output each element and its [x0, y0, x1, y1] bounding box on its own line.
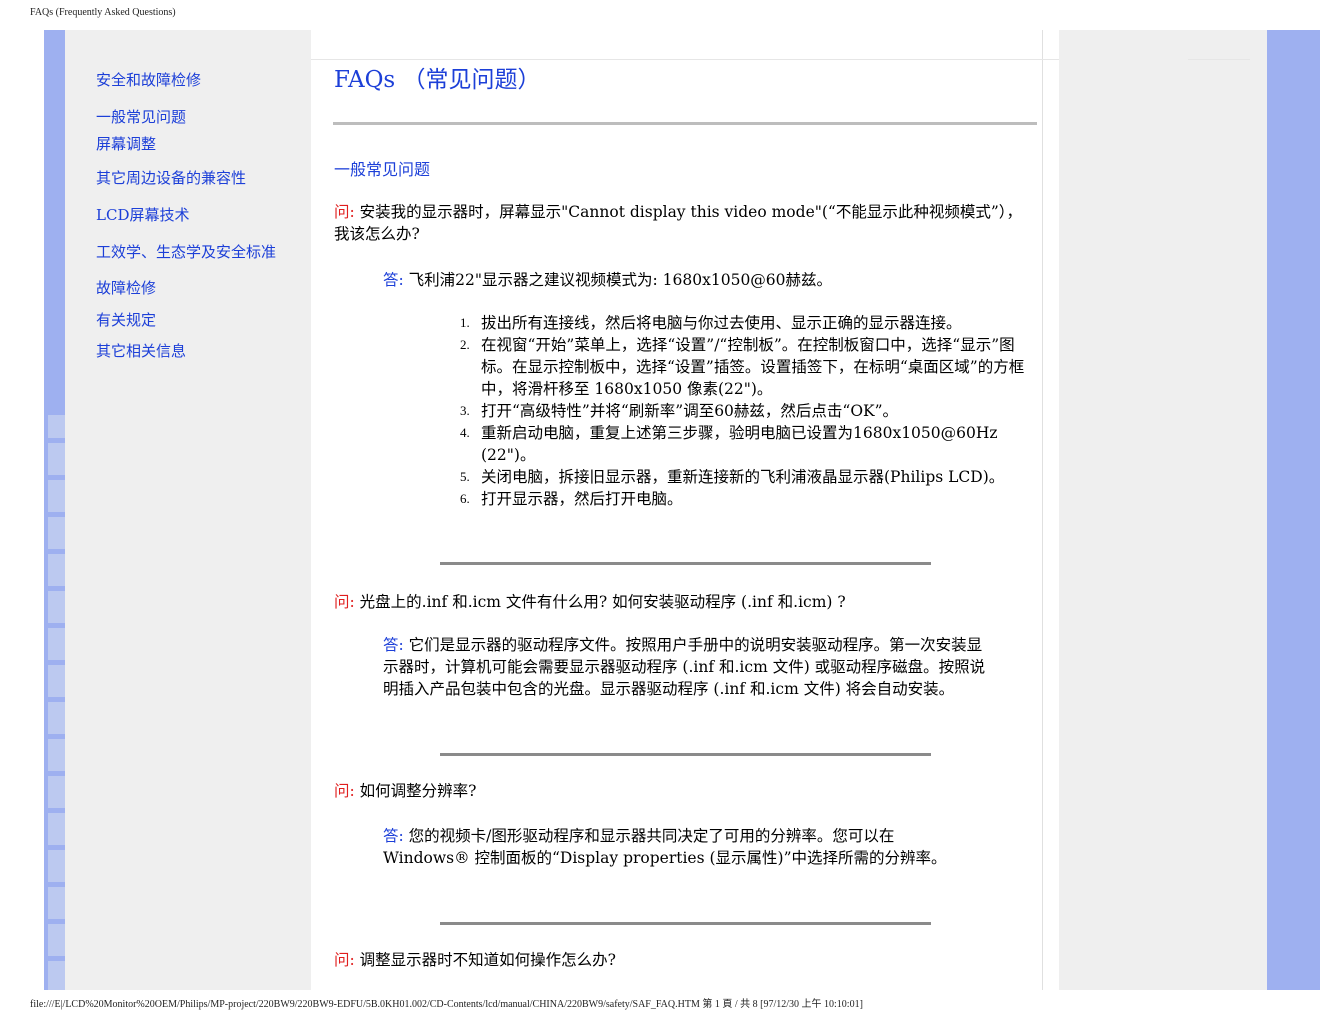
sidebar-item-lcd-tech[interactable]: LCD屏幕技术 [96, 204, 189, 225]
faq-separator [440, 562, 931, 565]
faq-question-2: 问: 光盘上的.inf 和.icm 文件有什么用? 如何安装驱动程序 (.inf… [334, 591, 1034, 613]
list-item: 6. 打开显示器，然后打开电脑。 [460, 490, 683, 508]
list-item: 1. 拔出所有连接线，然后将电脑与你过去使用、显示正确的显示器连接。 [460, 314, 962, 332]
title-divider [333, 122, 1037, 125]
answer-text: 您的视频卡/图形驱动程序和显示器共同决定了可用的分辨率。您可以在Windows®… [383, 827, 947, 867]
answer-text: 飞利浦22"显示器之建议视频模式为: 1680x1050@60赫兹。 [408, 271, 833, 289]
left-band-stripe [44, 660, 65, 665]
answer-text: 它们是显示器的驱动程序文件。按照用户手册中的说明安装驱动程序。第一次安装显示器时… [383, 636, 986, 698]
left-band-stripe [44, 697, 65, 702]
sidebar-item-troubleshoot[interactable]: 故障检修 [96, 277, 156, 298]
question-label: 问: [334, 782, 355, 800]
page-footer: file:///E|/LCD%20Monitor%20OEM/Philips/M… [30, 999, 863, 1010]
left-band-stripe [44, 882, 65, 887]
faq-separator [440, 922, 931, 925]
right-divider [1042, 30, 1043, 990]
question-text: 安装我的显示器时，屏幕显示"Cannot display this video … [334, 203, 1023, 243]
page-title: FAQs （常见问题） [334, 67, 541, 93]
list-item: 5. 关闭电脑，拆接旧显示器，重新连接新的飞利浦液晶显示器(Philips LCD… [460, 468, 1005, 486]
faq-separator [440, 753, 931, 756]
answer-label: 答: [383, 636, 404, 654]
answer-label: 答: [383, 271, 404, 289]
list-item: 3. 打开“高级特性”并将“刷新率”调至60赫兹，然后点击“OK”。 [460, 402, 899, 420]
faq-question-4: 问: 调整显示器时不知道如何操作怎么办? [334, 949, 1034, 971]
left-band-stripe [44, 808, 65, 813]
left-decor-band-edge [44, 415, 48, 990]
left-decor-band-top [44, 30, 65, 415]
left-band-stripe [44, 586, 65, 591]
steps-list: 1. 拔出所有连接线，然后将电脑与你过去使用、显示正确的显示器连接。 2. 在视窗“… [460, 312, 1030, 510]
question-text: 光盘上的.inf 和.icm 文件有什么用? 如何安装驱动程序 (.inf 和.… [359, 593, 846, 611]
left-band-stripe [44, 845, 65, 850]
question-text: 调整显示器时不知道如何操作怎么办? [359, 951, 616, 969]
sidebar-item-regulatory[interactable]: 有关规定 [96, 309, 156, 330]
sidebar-item-other-info[interactable]: 其它相关信息 [96, 340, 186, 361]
faq-question-1: 问: 安装我的显示器时，屏幕显示"Cannot display this vid… [334, 201, 1034, 245]
page-header: FAQs (Frequently Asked Questions) [30, 7, 176, 18]
sidebar-item-compatibility[interactable]: 其它周边设备的兼容性 [96, 167, 246, 188]
right-gray-panel [1059, 30, 1267, 990]
left-band-stripe [44, 549, 65, 554]
question-text: 如何调整分辨率? [359, 782, 477, 800]
left-band-stripe [44, 438, 65, 443]
list-item: 2. 在视窗“开始”菜单上，选择“设置”/“控制板”。在控制板窗口中，选择“显示”… [460, 336, 1025, 398]
left-band-stripe [44, 956, 65, 961]
left-band-stripe [44, 919, 65, 924]
left-band-stripe [44, 623, 65, 628]
list-item: 4. 重新启动电脑，重复上述第三步骤，验明电脑已设置为1680x1050@60Hz… [460, 424, 998, 464]
left-band-stripe [44, 771, 65, 776]
faq-answer-1: 答: 飞利浦22"显示器之建议视频模式为: 1680x1050@60赫兹。 [383, 269, 1023, 291]
sidebar-item-ergonomics[interactable]: 工效学、生态学及安全标准 [96, 241, 276, 262]
answer-label: 答: [383, 827, 404, 845]
question-label: 问: [334, 593, 355, 611]
question-label: 问: [334, 951, 355, 969]
faq-answer-3: 答: 您的视频卡/图形驱动程序和显示器共同决定了可用的分辨率。您可以在Windo… [383, 825, 973, 869]
left-band-stripe [44, 475, 65, 480]
left-band-stripe [44, 512, 65, 517]
faq-answer-2: 答: 它们是显示器的驱动程序文件。按照用户手册中的说明安装驱动程序。第一次安装显… [383, 634, 993, 700]
right-blue-band [1267, 30, 1320, 990]
top-rule-right [1188, 59, 1250, 60]
faq-question-3: 问: 如何调整分辨率? [334, 780, 1034, 802]
sidebar-item-screen-adjust[interactable]: 屏幕调整 [96, 133, 156, 154]
sidebar-item-safety[interactable]: 安全和故障检修 [96, 69, 201, 90]
sidebar-item-general-faq[interactable]: 一般常见问题 [96, 106, 186, 127]
question-label: 问: [334, 203, 355, 221]
section-title: 一般常见问题 [334, 160, 431, 179]
left-band-stripe [44, 734, 65, 739]
